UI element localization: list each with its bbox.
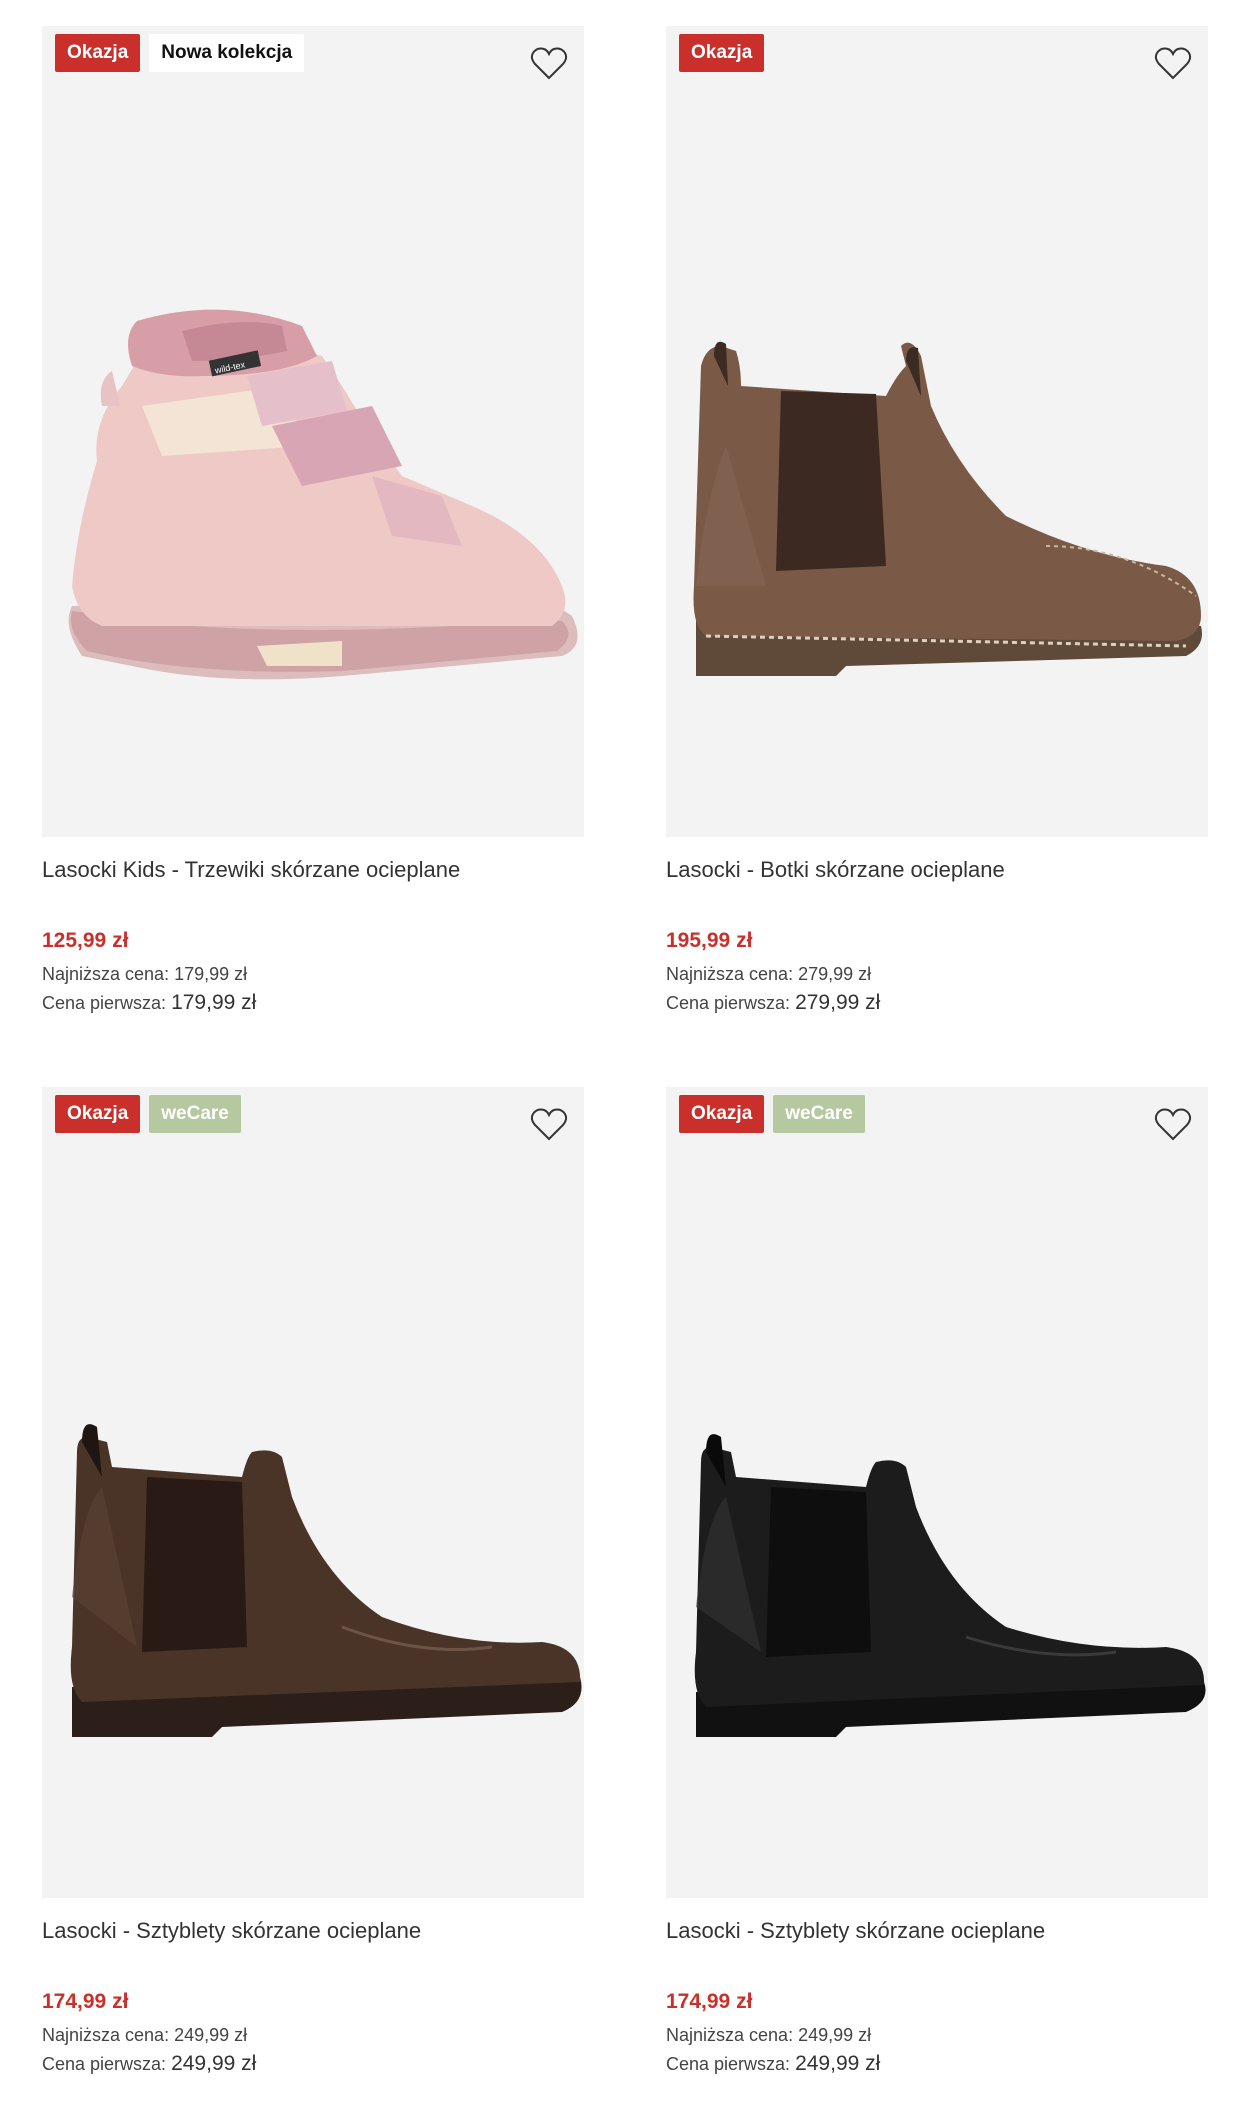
product-price: 174,99 zł bbox=[666, 1990, 753, 2013]
product-price: 195,99 zł bbox=[666, 929, 753, 952]
lowest-price-value: 249,99 zł bbox=[798, 2025, 872, 2045]
first-price-value: 249,99 zł bbox=[171, 2052, 257, 2075]
heart-outline-icon[interactable] bbox=[1153, 44, 1193, 84]
product-grid: wild-tex Okazja Nowa kolekcja Lasocki Ki… bbox=[0, 0, 1250, 2123]
first-price-value: 249,99 zł bbox=[795, 2052, 881, 2075]
badge-group: Okazja weCare bbox=[55, 1095, 241, 1133]
product-image-container[interactable]: Okazja bbox=[666, 26, 1208, 837]
lowest-price-value: 179,99 zł bbox=[174, 964, 248, 984]
first-price-row: Cena pierwsza: 249,99 zł bbox=[42, 2051, 584, 2077]
lowest-price-label: Najniższa cena: bbox=[666, 964, 794, 984]
heart-outline-icon[interactable] bbox=[529, 44, 569, 84]
first-price-row: Cena pierwsza: 249,99 zł bbox=[666, 2051, 1208, 2077]
first-price-row: Cena pierwsza: 279,99 zł bbox=[666, 990, 1208, 1016]
sale-badge: Okazja bbox=[55, 34, 141, 72]
first-price-row: Cena pierwsza: 179,99 zł bbox=[42, 990, 584, 1016]
lowest-price-label: Najniższa cena: bbox=[42, 2025, 170, 2045]
first-price-label: Cena pierwsza: bbox=[666, 993, 791, 1013]
product-image-container[interactable]: Okazja weCare bbox=[666, 1087, 1208, 1898]
product-image bbox=[694, 1434, 1206, 1737]
product-card[interactable]: Okazja weCare Lasocki - Sztyblety skórza… bbox=[666, 1087, 1208, 2077]
first-price-label: Cena pierwsza: bbox=[42, 2054, 167, 2074]
lowest-price-value: 279,99 zł bbox=[798, 964, 872, 984]
product-card[interactable]: Okazja Lasocki - Botki skórzane ocieplan… bbox=[666, 26, 1208, 1016]
first-price-label: Cena pierwsza: bbox=[666, 2054, 791, 2074]
product-title[interactable]: Lasocki - Sztyblety skórzane ocieplane bbox=[666, 1916, 1208, 1946]
product-title[interactable]: Lasocki Kids - Trzewiki skórzane ociepla… bbox=[42, 855, 584, 885]
lowest-price-row: Najniższa cena: 249,99 zł bbox=[42, 2022, 584, 2048]
badge-group: Okazja bbox=[679, 34, 765, 72]
product-title[interactable]: Lasocki - Botki skórzane ocieplane bbox=[666, 855, 1208, 885]
lowest-price-row: Najniższa cena: 249,99 zł bbox=[666, 2022, 1208, 2048]
wecare-badge: weCare bbox=[773, 1095, 865, 1133]
lowest-price-row: Najniższa cena: 279,99 zł bbox=[666, 961, 1208, 987]
product-card[interactable]: wild-tex Okazja Nowa kolekcja Lasocki Ki… bbox=[42, 26, 584, 1016]
badge-group: Okazja weCare bbox=[679, 1095, 865, 1133]
lowest-price-label: Najniższa cena: bbox=[42, 964, 170, 984]
product-price: 125,99 zł bbox=[42, 929, 129, 952]
new-collection-badge: Nowa kolekcja bbox=[149, 34, 305, 72]
product-image-container[interactable]: Okazja weCare bbox=[42, 1087, 584, 1898]
wecare-badge: weCare bbox=[149, 1095, 241, 1133]
heart-outline-icon[interactable] bbox=[1153, 1105, 1193, 1145]
sale-badge: Okazja bbox=[55, 1095, 141, 1133]
lowest-price-value: 249,99 zł bbox=[174, 2025, 248, 2045]
sale-badge: Okazja bbox=[679, 1095, 765, 1133]
product-image-container[interactable]: wild-tex Okazja Nowa kolekcja bbox=[42, 26, 584, 837]
first-price-label: Cena pierwsza: bbox=[42, 993, 167, 1013]
sale-badge: Okazja bbox=[679, 34, 765, 72]
product-price: 174,99 zł bbox=[42, 1990, 129, 2013]
first-price-value: 179,99 zł bbox=[171, 991, 257, 1014]
lowest-price-label: Najniższa cena: bbox=[666, 2025, 794, 2045]
badge-group: Okazja Nowa kolekcja bbox=[55, 34, 305, 72]
lowest-price-row: Najniższa cena: 179,99 zł bbox=[42, 961, 584, 987]
product-image bbox=[70, 1424, 582, 1737]
product-image: wild-tex bbox=[68, 309, 578, 680]
product-card[interactable]: Okazja weCare Lasocki - Sztyblety skórza… bbox=[42, 1087, 584, 2077]
product-title[interactable]: Lasocki - Sztyblety skórzane ocieplane bbox=[42, 1916, 584, 1946]
heart-outline-icon[interactable] bbox=[529, 1105, 569, 1145]
product-image bbox=[693, 341, 1202, 676]
first-price-value: 279,99 zł bbox=[795, 991, 881, 1014]
